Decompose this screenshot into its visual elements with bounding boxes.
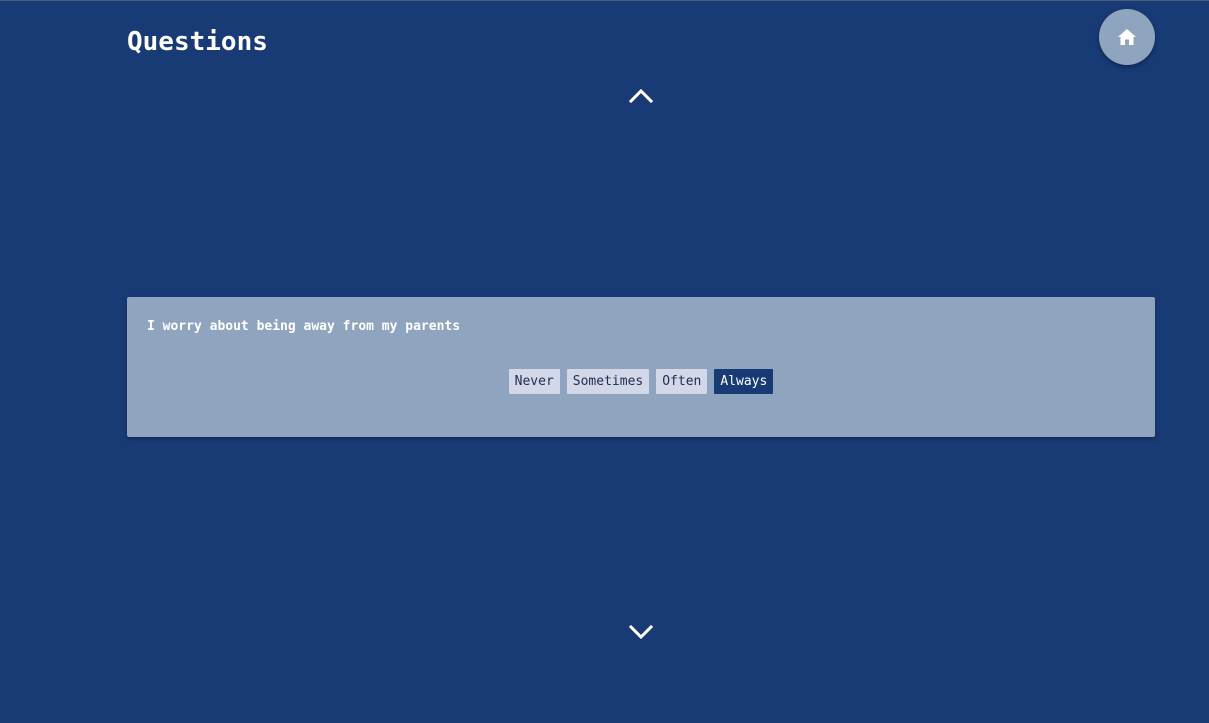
answer-options: Never Sometimes Often Always (127, 369, 1155, 394)
previous-question-button[interactable] (628, 88, 654, 106)
chevron-down-icon (628, 624, 654, 646)
question-card: I worry about being away from my parents… (127, 297, 1155, 437)
option-often-button[interactable]: Often (656, 369, 708, 394)
chevron-up-icon (628, 86, 654, 108)
question-text: I worry about being away from my parents (147, 319, 461, 334)
next-question-button[interactable] (628, 624, 654, 646)
option-never-button[interactable]: Never (508, 369, 560, 394)
home-icon (1117, 28, 1137, 46)
option-sometimes-button[interactable]: Sometimes (566, 369, 650, 394)
option-always-button[interactable]: Always (714, 369, 774, 394)
page-title: Questions (127, 27, 268, 57)
top-divider (0, 0, 1209, 1)
home-button[interactable] (1099, 9, 1155, 65)
